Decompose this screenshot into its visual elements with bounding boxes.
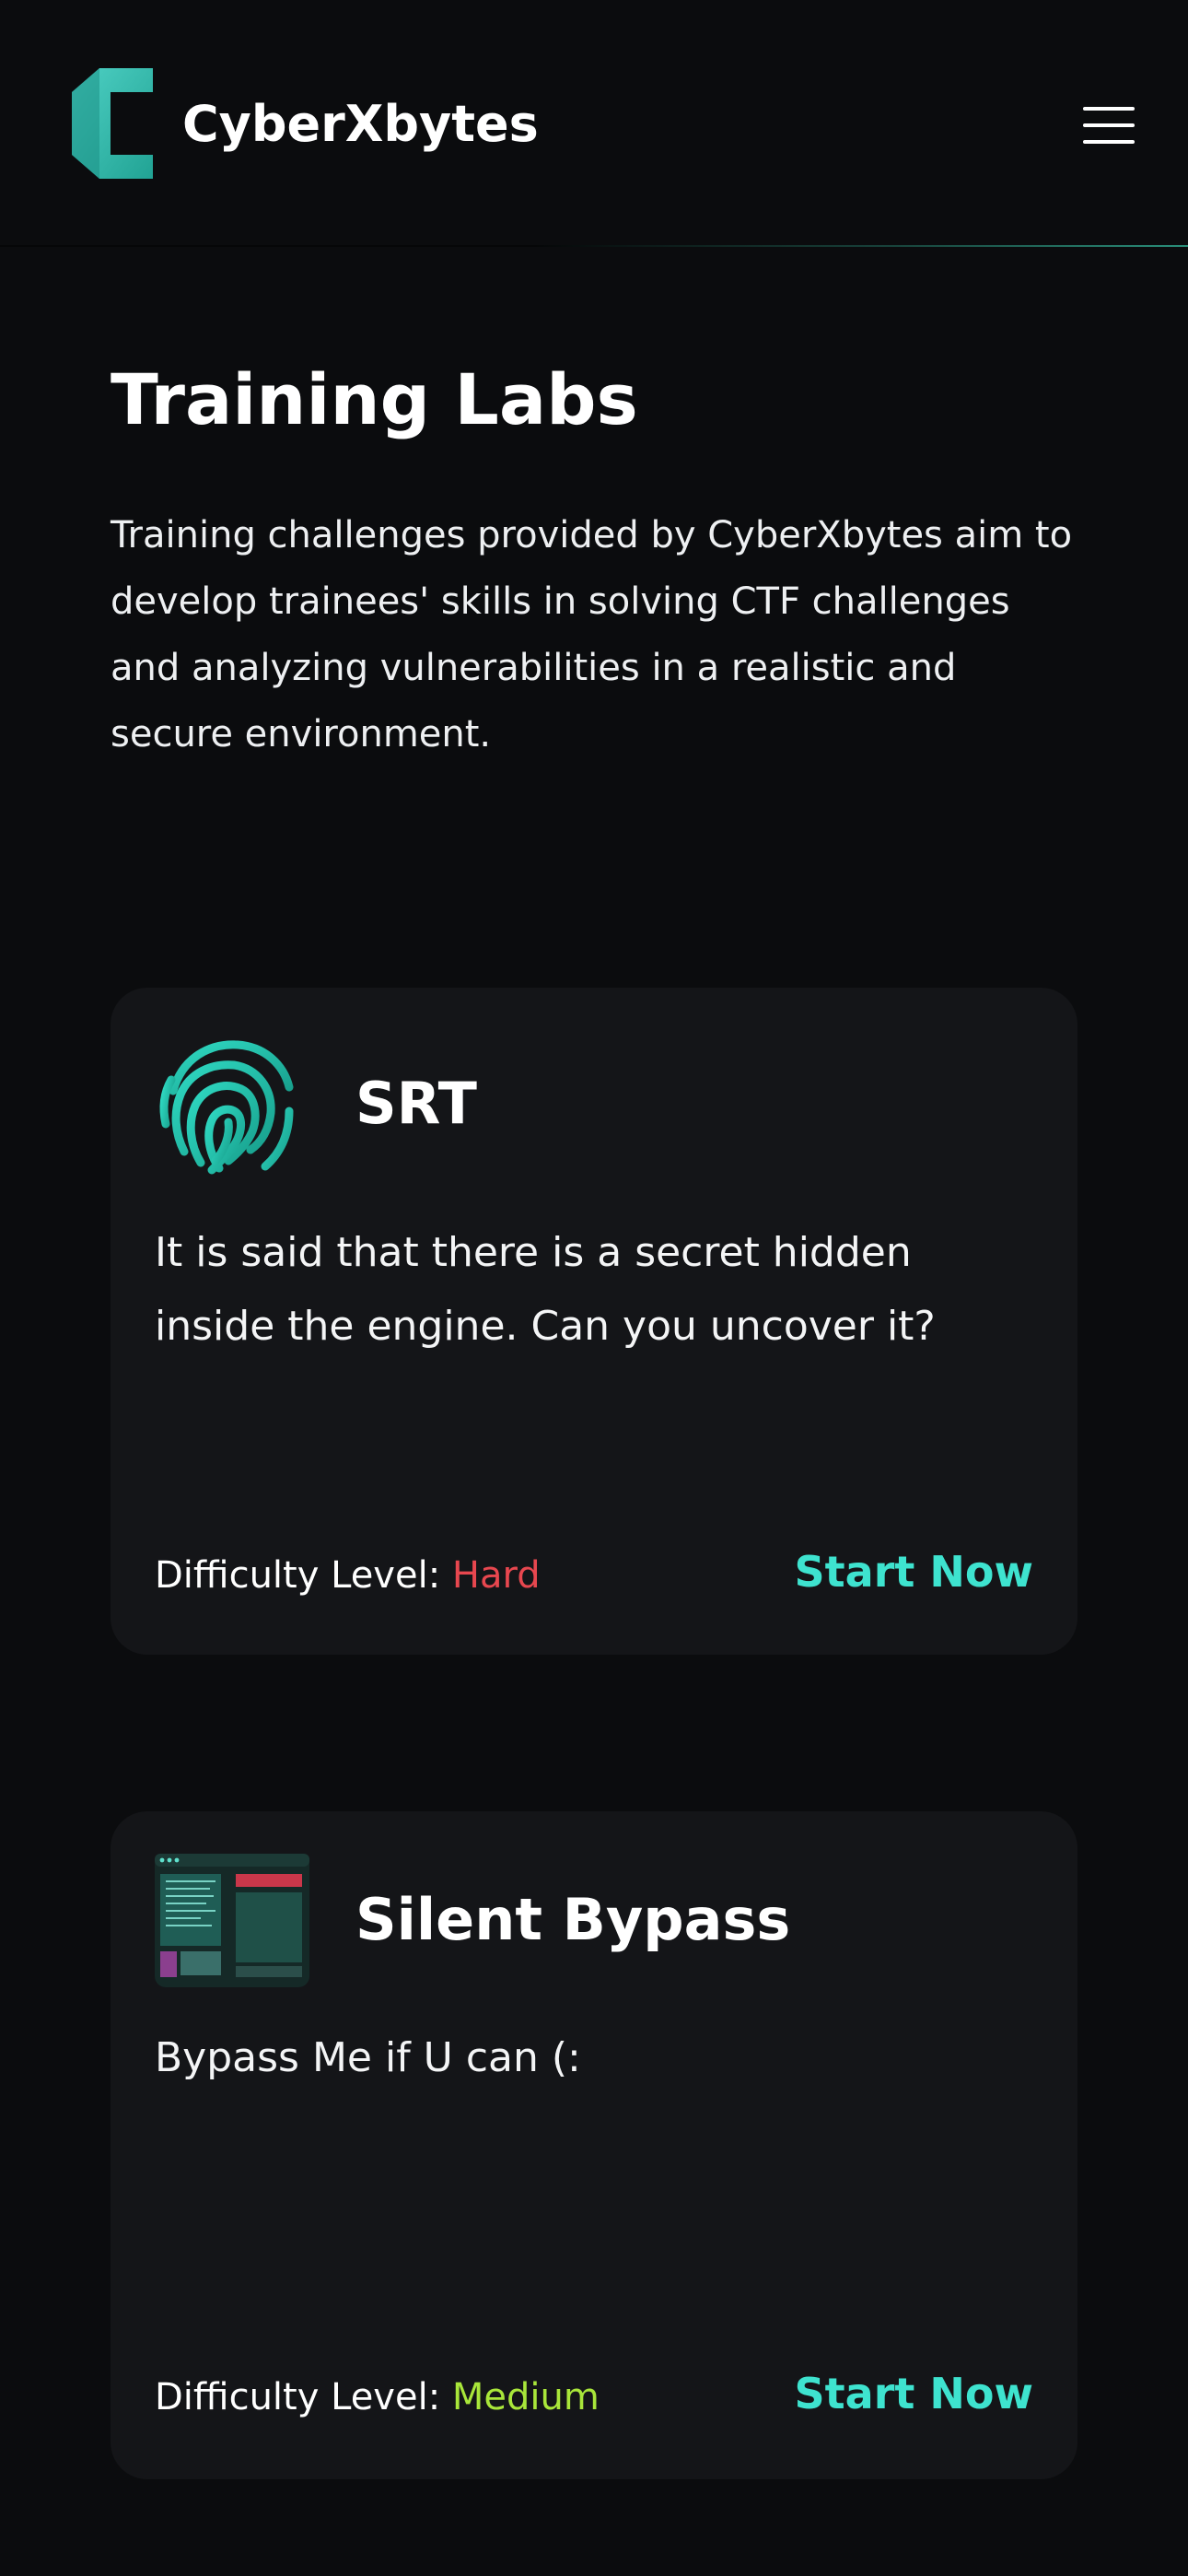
hamburger-menu-icon[interactable]	[1083, 103, 1135, 147]
difficulty-value: Medium	[451, 2376, 600, 2418]
page-title: Training Labs	[111, 358, 638, 440]
lab-title: Silent Bypass	[355, 1886, 791, 1953]
page-description: Training challenges provided by CyberXby…	[111, 514, 1073, 755]
lab-card-silent-bypass: Silent Bypass Bypass Me if U can (: Diff…	[111, 1811, 1077, 2479]
lab-description: Bypass Me if U can (:	[155, 2034, 581, 2081]
difficulty-level: Difficulty Level: Medium	[155, 2371, 600, 2423]
header-divider	[0, 245, 1188, 247]
site-header: CyberXbytes	[0, 0, 1188, 245]
dashboard-screenshot-icon	[155, 1854, 309, 1987]
lab-title: SRT	[355, 1070, 477, 1137]
difficulty-value: Hard	[451, 1554, 541, 1597]
cyberxbytes-logo-icon[interactable]	[72, 68, 155, 179]
fingerprint-icon	[159, 1040, 294, 1175]
lab-description: It is said that there is a secret hidden…	[155, 1229, 936, 1350]
difficulty-label: Difficulty Level:	[155, 2376, 441, 2418]
start-now-button[interactable]: Start Now	[795, 2366, 1033, 2421]
difficulty-level: Difficulty Level: Hard	[155, 1550, 541, 1601]
difficulty-label: Difficulty Level:	[155, 1554, 441, 1597]
start-now-button[interactable]: Start Now	[795, 1544, 1033, 1599]
lab-card-srt: SRT It is said that there is a secret hi…	[111, 988, 1077, 1655]
brand-name[interactable]: CyberXbytes	[182, 92, 539, 157]
